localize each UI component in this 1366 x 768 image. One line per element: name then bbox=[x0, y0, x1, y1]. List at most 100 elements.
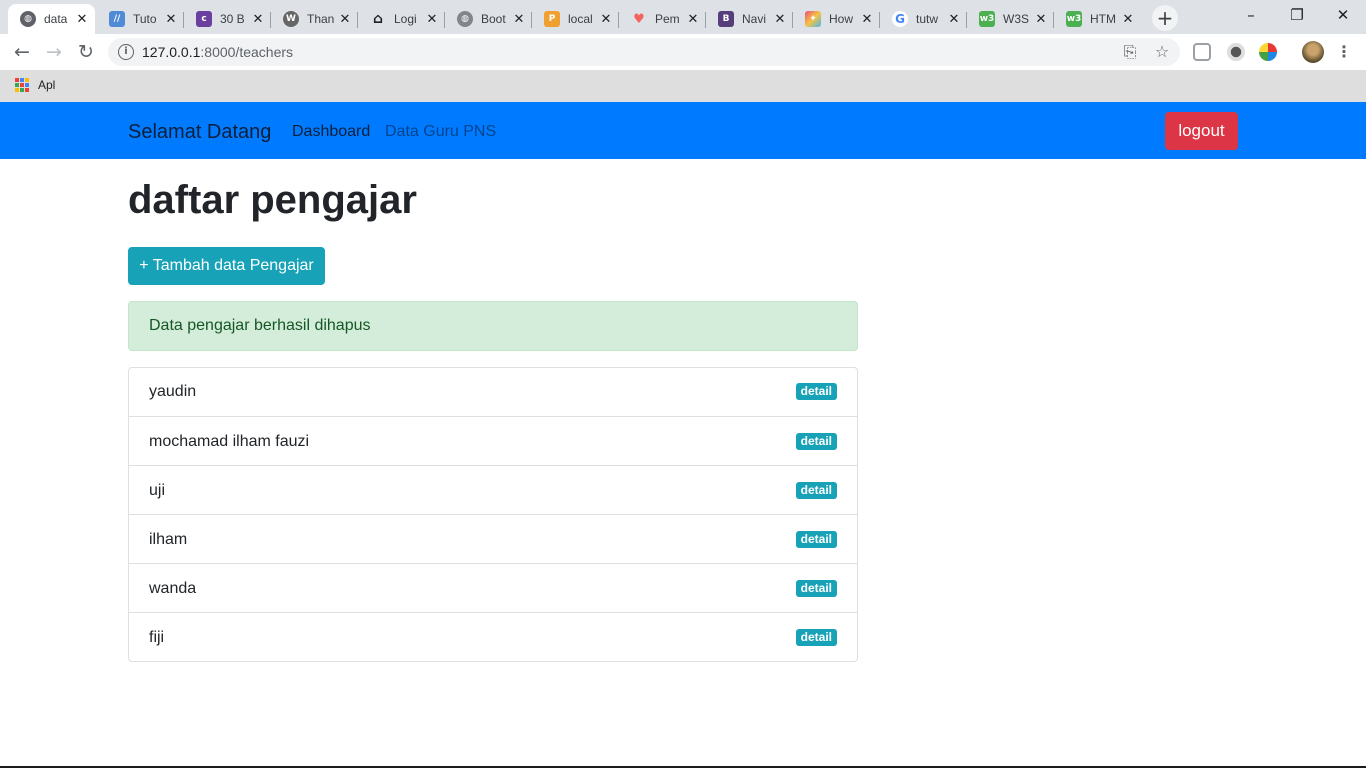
list-item: wanda detail bbox=[129, 563, 857, 612]
new-tab-plus-icon[interactable]: + bbox=[1152, 5, 1178, 31]
page-title: daftar pengajar bbox=[128, 178, 417, 222]
address-bar[interactable]: i 127.0.0.1:8000/teachers ⎘ ☆ bbox=[108, 38, 1180, 66]
url-host: 127.0.0.1 bbox=[142, 44, 201, 60]
list-item: yaudin detail bbox=[129, 368, 857, 416]
nav-link-data-guru-pns[interactable]: Data Guru PNS bbox=[385, 123, 496, 141]
add-teacher-button[interactable]: + Tambah data Pengajar bbox=[128, 247, 325, 285]
browser-tab[interactable]: // Tuto ✕ bbox=[97, 4, 184, 34]
restore-icon[interactable]: ❐ bbox=[1274, 0, 1320, 30]
stackpath-icon: ✦ bbox=[805, 11, 821, 27]
browser-tab[interactable]: B Navi ✕ bbox=[706, 4, 793, 34]
browser-tab[interactable]: ✦ How ✕ bbox=[793, 4, 880, 34]
close-icon[interactable]: ✕ bbox=[512, 12, 526, 27]
tab-title: HTM bbox=[1090, 12, 1116, 26]
tab-title: Navi bbox=[742, 12, 767, 26]
tab-title: tutw bbox=[916, 12, 939, 26]
detail-badge[interactable]: detail bbox=[795, 433, 837, 450]
teacher-list: yaudin detail mochamad ilham fauzi detai… bbox=[128, 367, 858, 662]
translate-icon[interactable]: ⎘ bbox=[1120, 42, 1140, 62]
tab-title: Than bbox=[307, 12, 335, 26]
tab-title: Boot bbox=[481, 12, 506, 26]
tab-title: Pem bbox=[655, 12, 680, 26]
close-icon[interactable]: ✕ bbox=[251, 12, 265, 27]
tab-title: How bbox=[829, 12, 854, 26]
teacher-name: wanda bbox=[149, 580, 197, 597]
close-icon[interactable]: ✕ bbox=[686, 12, 700, 27]
logout-button[interactable]: logout bbox=[1165, 112, 1238, 150]
url-path: :8000/teachers bbox=[200, 44, 294, 60]
site-navbar: Selamat Datang Dashboard Data Guru PNS l… bbox=[0, 102, 1366, 159]
browser-tab[interactable]: ◍ Boot ✕ bbox=[445, 4, 532, 34]
google-icon: G bbox=[892, 11, 908, 27]
close-icon[interactable]: ✕ bbox=[860, 12, 874, 27]
tab-title: Tuto bbox=[133, 12, 157, 26]
teacher-name: mochamad ilham fauzi bbox=[149, 433, 310, 450]
close-icon[interactable]: ✕ bbox=[599, 12, 613, 27]
close-icon[interactable]: ✕ bbox=[338, 12, 352, 27]
teacher-name: yaudin bbox=[149, 383, 197, 400]
detail-badge[interactable]: detail bbox=[795, 629, 837, 646]
apps-grid-icon[interactable] bbox=[15, 78, 29, 92]
detail-badge[interactable]: detail bbox=[795, 531, 837, 548]
detail-badge[interactable]: detail bbox=[795, 580, 837, 597]
shield-extension-icon[interactable] bbox=[1193, 43, 1211, 61]
browser-tab[interactable]: W Than ✕ bbox=[271, 4, 358, 34]
colorlib-icon: c bbox=[196, 11, 212, 27]
close-icon[interactable]: ✕ bbox=[1121, 12, 1135, 27]
teacher-name: ilham bbox=[149, 531, 188, 548]
teacher-name: fiji bbox=[149, 629, 165, 646]
teacher-name: uji bbox=[149, 482, 166, 499]
browser-tab[interactable]: ⌂ Logi ✕ bbox=[358, 4, 445, 34]
window-close-icon[interactable]: ✕ bbox=[1320, 0, 1366, 30]
browser-tab[interactable]: P local ✕ bbox=[532, 4, 619, 34]
bootstrap-icon: B bbox=[718, 11, 734, 27]
detail-badge[interactable]: detail bbox=[795, 383, 837, 400]
list-item: ilham detail bbox=[129, 514, 857, 563]
browser-tab[interactable]: G tutw ✕ bbox=[880, 4, 967, 34]
extension-icon[interactable] bbox=[1227, 43, 1245, 61]
more-menu-icon[interactable]: ⋮ bbox=[1336, 40, 1352, 64]
globe-icon: ◍ bbox=[457, 11, 473, 27]
wordpress-icon: W bbox=[283, 11, 299, 27]
extension-icon[interactable] bbox=[1259, 43, 1277, 61]
close-icon[interactable]: ✕ bbox=[1034, 12, 1048, 27]
forward-arrow-icon[interactable]: → bbox=[42, 40, 66, 64]
bookmark-star-icon[interactable]: ☆ bbox=[1152, 42, 1172, 62]
tab-title: W3S bbox=[1003, 12, 1030, 26]
home-icon: ⌂ bbox=[372, 11, 384, 27]
apps-bookmark-label[interactable]: Apl bbox=[38, 78, 55, 92]
w3schools-icon: w3 bbox=[1066, 11, 1082, 27]
site-info-icon[interactable]: i bbox=[118, 44, 134, 60]
profile-avatar[interactable] bbox=[1302, 41, 1324, 63]
globe-icon: ◍ bbox=[20, 11, 36, 27]
close-icon[interactable]: ✕ bbox=[164, 12, 178, 27]
browser-tab[interactable]: c 30 B ✕ bbox=[184, 4, 271, 34]
close-icon[interactable]: ✕ bbox=[947, 12, 961, 27]
close-icon[interactable]: ✕ bbox=[75, 12, 89, 27]
tab-title: local bbox=[568, 12, 593, 26]
reload-icon[interactable]: ↻ bbox=[74, 40, 98, 64]
close-icon[interactable]: ✕ bbox=[773, 12, 787, 27]
navbar-brand[interactable]: Selamat Datang bbox=[128, 121, 271, 144]
codepen-icon: // bbox=[109, 11, 125, 27]
browser-toolbar: ← → ↻ i 127.0.0.1:8000/teachers ⎘ ☆ bbox=[0, 34, 1366, 70]
browser-tab[interactable]: w3 HTM ✕ bbox=[1054, 4, 1141, 34]
back-arrow-icon[interactable]: ← bbox=[10, 40, 34, 64]
nav-link-dashboard[interactable]: Dashboard bbox=[292, 123, 370, 141]
tab-title: Logi bbox=[394, 12, 417, 26]
detail-badge[interactable]: detail bbox=[795, 482, 837, 499]
browser-tab-active[interactable]: ◍ data ✕ bbox=[8, 4, 95, 34]
list-item: mochamad ilham fauzi detail bbox=[129, 416, 857, 465]
tab-title: 30 B bbox=[220, 12, 245, 26]
phpmyadmin-icon: P bbox=[544, 11, 560, 27]
success-alert: Data pengajar berhasil dihapus bbox=[128, 301, 858, 351]
close-icon[interactable]: ✕ bbox=[425, 12, 439, 27]
browser-tab[interactable]: ♥ Pem ✕ bbox=[619, 4, 706, 34]
browser-tab-strip: ◍ data ✕ // Tuto ✕ c 30 B ✕ W Than ✕ ⌂ L… bbox=[0, 0, 1366, 34]
w3schools-icon: w3 bbox=[979, 11, 995, 27]
browser-tab[interactable]: w3 W3S ✕ bbox=[967, 4, 1054, 34]
minimize-icon[interactable]: – bbox=[1228, 0, 1274, 30]
url-text[interactable]: 127.0.0.1:8000/teachers bbox=[142, 44, 293, 60]
list-item: fiji detail bbox=[129, 612, 857, 661]
list-item: uji detail bbox=[129, 465, 857, 514]
